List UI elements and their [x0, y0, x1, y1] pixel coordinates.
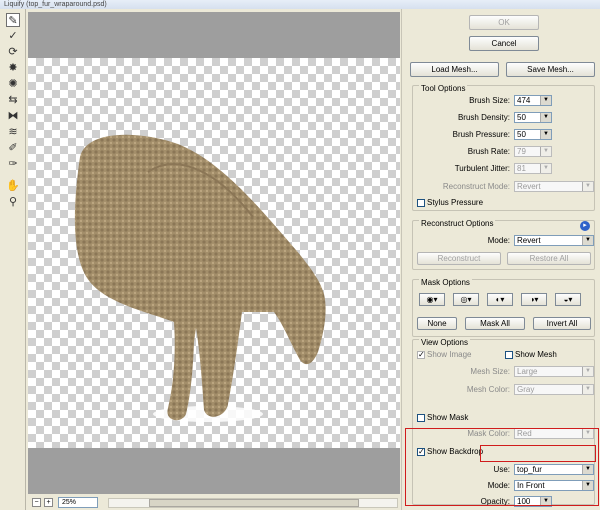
show-mesh-checkbox[interactable] — [505, 351, 513, 359]
chevron-down-icon: ▼ — [582, 385, 593, 394]
chevron-down-icon: ▼ — [582, 367, 593, 376]
brush-density-label: Brush Density: — [457, 113, 510, 122]
tool-strip: ✎ ✓ ⟳ ✸ ✺ ⇆ ⧓ ≋ ✐ ✑ ✋ ⚲ — [0, 9, 26, 510]
cancel-button[interactable]: Cancel — [469, 36, 539, 51]
invert-selection-icon[interactable]: ◒▾ — [555, 293, 581, 306]
reconstruct-mode-value: Revert — [517, 182, 541, 191]
scrollbar-thumb[interactable] — [149, 499, 359, 507]
brush-pressure-value: 50 — [517, 130, 526, 139]
info-icon[interactable]: ▸ — [580, 221, 590, 231]
brush-pressure-field[interactable]: 50 ▼ — [514, 129, 552, 140]
preview-canvas[interactable] — [28, 12, 400, 494]
window-title: Liquify (top_fur_wraparound.psd) — [0, 0, 600, 9]
forward-warp-tool-icon[interactable]: ✎ — [6, 13, 20, 27]
mesh-size-value: Large — [517, 367, 538, 376]
stylus-pressure-checkbox[interactable] — [417, 199, 425, 207]
chevron-down-icon[interactable]: ▼ — [540, 113, 551, 122]
chevron-down-icon: ▼ — [582, 182, 593, 191]
turbulence-tool-icon[interactable]: ≋ — [6, 125, 20, 139]
stylus-pressure-label: Stylus Pressure — [427, 198, 484, 207]
bloat-tool-icon[interactable]: ✺ — [6, 77, 20, 91]
brush-density-field[interactable]: 50 ▼ — [514, 112, 552, 123]
reconstruct-tool-icon[interactable]: ✓ — [6, 29, 20, 43]
push-left-tool-icon[interactable]: ⇆ — [6, 93, 20, 107]
reconstruct-mode-label: Reconstruct Mode: — [442, 182, 510, 191]
canvas-statusbar: − + 25% — [28, 496, 400, 510]
use-highlight-box — [480, 445, 596, 462]
mesh-color-value: Gray — [517, 385, 535, 394]
turbulent-jitter-label: Turbulent Jitter: — [454, 164, 510, 173]
show-mesh-label: Show Mesh — [515, 350, 557, 359]
show-mask-checkbox[interactable] — [417, 414, 425, 422]
ok-button[interactable]: OK — [469, 15, 539, 30]
reconstruct-button: Reconstruct — [417, 252, 501, 265]
options-panel: OK Cancel Load Mesh... Save Mesh... Tool… — [401, 9, 600, 510]
turbulent-jitter-value: 81 — [517, 164, 526, 173]
reconstruct-mode-select: Revert ▼ — [514, 181, 594, 192]
zoom-out-button[interactable]: − — [32, 498, 41, 507]
reconstruct-options-mode-value: Revert — [517, 236, 541, 245]
reconstruct-mode-label-2: Mode: — [487, 236, 510, 245]
horizontal-scrollbar[interactable] — [108, 498, 398, 508]
invert-all-button[interactable]: Invert All — [533, 317, 591, 330]
chevron-down-icon[interactable]: ▼ — [540, 96, 551, 105]
chevron-down-icon: ▼ — [540, 164, 551, 173]
brush-density-value: 50 — [517, 113, 526, 122]
hand-tool-icon[interactable]: ✋ — [6, 179, 20, 193]
mask-all-button[interactable]: Mask All — [465, 317, 525, 330]
mesh-color-label: Mesh Color: — [466, 385, 510, 394]
reconstruct-options-group: Reconstruct Options ▸ Mode: Revert ▼ Reco… — [412, 219, 595, 270]
mirror-tool-icon[interactable]: ⧓ — [6, 109, 20, 123]
chevron-down-icon: ▼ — [540, 147, 551, 156]
mesh-size-label: Mesh Size: — [470, 367, 510, 376]
show-image-checkbox: ✓ — [417, 350, 425, 359]
sheep-fur-image — [74, 134, 326, 422]
chevron-down-icon[interactable]: ▼ — [582, 236, 593, 245]
view-options-title: View Options — [419, 338, 470, 348]
mask-none-button[interactable]: None — [417, 317, 457, 330]
brush-rate-field: 79 ▼ — [514, 146, 552, 157]
chevron-down-icon[interactable]: ▼ — [540, 130, 551, 139]
restore-all-button: Restore All — [507, 252, 591, 265]
zoom-in-button[interactable]: + — [44, 498, 53, 507]
zoom-tool-icon[interactable]: ⚲ — [6, 195, 20, 209]
twirl-tool-icon[interactable]: ⟳ — [6, 45, 20, 59]
show-mask-label: Show Mask — [427, 413, 469, 422]
brush-size-label: Brush Size: — [469, 96, 510, 105]
backdrop-highlight-box — [405, 428, 599, 506]
turbulent-jitter-field: 81 ▼ — [514, 163, 552, 174]
reconstruct-options-title: Reconstruct Options — [419, 219, 496, 229]
mask-options-group: Mask Options ◉▾ ◎▾ ◐▾ ◑▾ ◒▾ None Mask Al… — [412, 278, 595, 337]
reconstruct-mode-dropdown[interactable]: Revert ▼ — [514, 235, 594, 246]
brush-size-value: 474 — [517, 96, 531, 105]
load-mesh-button[interactable]: Load Mesh... — [410, 62, 499, 77]
subtract-from-selection-icon[interactable]: ◐▾ — [487, 293, 513, 306]
thaw-mask-tool-icon[interactable]: ✑ — [6, 157, 20, 171]
brush-rate-label: Brush Rate: — [467, 147, 510, 156]
pucker-tool-icon[interactable]: ✸ — [6, 61, 20, 75]
mesh-size-select: Large ▼ — [514, 366, 594, 377]
brush-size-field[interactable]: 474 ▼ — [514, 95, 552, 106]
brush-pressure-label: Brush Pressure: — [452, 130, 510, 139]
mesh-color-select: Gray ▼ — [514, 384, 594, 395]
add-to-selection-icon[interactable]: ◎▾ — [453, 293, 479, 306]
mask-options-title: Mask Options — [419, 278, 472, 288]
replace-selection-icon[interactable]: ◉▾ — [419, 293, 445, 306]
save-mesh-button[interactable]: Save Mesh... — [506, 62, 595, 77]
freeze-mask-tool-icon[interactable]: ✐ — [6, 141, 20, 155]
show-image-label: Show Image — [427, 350, 472, 359]
zoom-level-field[interactable]: 25% — [58, 497, 98, 508]
tool-options-group: Tool Options Brush Size: 474 ▼ Brush Dens… — [412, 84, 595, 211]
brush-rate-value: 79 — [517, 147, 526, 156]
intersect-with-selection-icon[interactable]: ◑▾ — [521, 293, 547, 306]
tool-options-title: Tool Options — [419, 84, 468, 94]
